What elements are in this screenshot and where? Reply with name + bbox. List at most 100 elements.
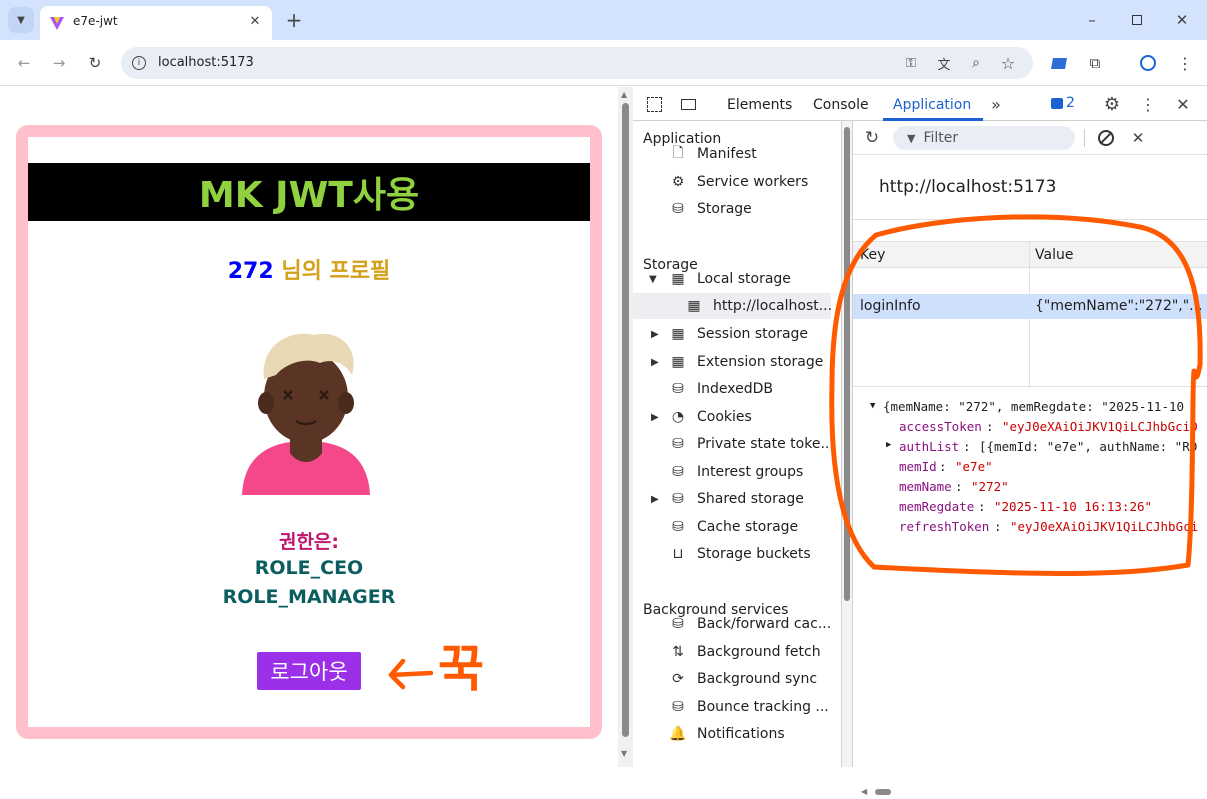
sidebar-item-localhost-origin[interactable]: ▦ http://localhost... — [683, 293, 832, 319]
tab-console[interactable]: Console — [813, 97, 869, 113]
role-item: ROLE_MANAGER — [222, 586, 396, 608]
scroll-down-icon[interactable]: ▼ — [621, 749, 627, 758]
gears-icon: ⚙ — [671, 174, 685, 190]
filter-placeholder: Filter — [923, 130, 959, 146]
sidebar-item-interest-groups[interactable]: ⛁ Interest groups — [667, 459, 803, 485]
address-bar[interactable]: i localhost:5173 ⚿ 文 ⌕ ☆ — [121, 47, 1033, 79]
scroll-left-icon[interactable]: ◀ — [861, 787, 867, 796]
collapsed-arrow-icon[interactable]: ▶ — [651, 494, 659, 505]
tab-title: e7e-jwt — [73, 14, 118, 28]
horizontal-scrollbar[interactable]: ◀ — [853, 785, 1207, 799]
sidebar-item-indexeddb[interactable]: ⛁ IndexedDB — [667, 376, 773, 402]
document-icon: 🗋 — [672, 145, 684, 161]
sidebar-item-manifest[interactable]: 🗋 Manifest — [667, 141, 756, 167]
sidebar-item-cache-storage[interactable]: ⛁ Cache storage — [667, 514, 798, 540]
toolbar-divider — [1084, 129, 1085, 147]
role-item: ROLE_CEO — [254, 557, 364, 579]
annotation-arrow-icon — [388, 658, 434, 690]
tab-search-button[interactable]: ▼ — [8, 7, 34, 33]
extensions-puzzle-icon[interactable]: ⧉ — [1083, 51, 1107, 75]
sidebar-item-extension-storage[interactable]: ▦ Extension storage — [667, 349, 823, 375]
issues-icon — [1051, 97, 1063, 109]
up-down-arrows-icon: ⇅ — [672, 644, 684, 660]
collapsed-arrow-icon[interactable]: ▶ — [651, 412, 659, 423]
devtools-menu-icon[interactable]: ⋮ — [1137, 93, 1159, 115]
tab-close-icon[interactable]: ✕ — [246, 12, 264, 30]
database-icon: ⛁ — [672, 519, 684, 535]
annotation-circle — [829, 214, 1203, 576]
sidebar-item-notifications[interactable]: 🔔 Notifications — [667, 721, 784, 747]
url-text: localhost:5173 — [158, 55, 254, 70]
forward-icon[interactable]: → — [47, 51, 71, 75]
zoom-icon[interactable]: ⌕ — [966, 53, 986, 73]
new-tab-button[interactable]: + — [282, 8, 306, 32]
sidebar-item-shared-storage[interactable]: ⛁ Shared storage — [667, 486, 804, 512]
profile-heading: 272 님의 프로필 — [28, 253, 590, 285]
refresh-icon[interactable]: ↻ — [861, 127, 883, 149]
clear-all-icon[interactable] — [1095, 127, 1117, 149]
sidebar-item-back-forward-cache[interactable]: ⛁ Back/forward cac... — [667, 611, 831, 637]
reload-icon[interactable]: ↻ — [83, 51, 107, 75]
toolbar: ← → ↻ i localhost:5173 ⚿ 文 ⌕ ☆ ⧉ ⋮ — [0, 40, 1207, 86]
browser-menu-icon[interactable]: ⋮ — [1173, 51, 1197, 75]
sidebar-item-session-storage[interactable]: ▦ Session storage — [667, 321, 808, 347]
back-icon[interactable]: ← — [12, 51, 36, 75]
table-icon: ▦ — [671, 326, 685, 342]
table-icon: ▦ — [687, 298, 701, 314]
devtools-tab-bar: Elements Console Application » 2 ⚙ ⋮ ✕ — [633, 87, 1207, 121]
collapsed-arrow-icon[interactable]: ▶ — [651, 357, 659, 368]
sidebar-item-private-state-tokens[interactable]: ⛁ Private state toke... — [667, 431, 834, 457]
tab-application[interactable]: Application — [893, 97, 971, 113]
database-icon: ⛁ — [672, 699, 684, 715]
avatar — [242, 333, 370, 495]
devtools-close-icon[interactable]: ✕ — [1172, 93, 1194, 115]
close-icon[interactable]: ✕ — [1170, 8, 1194, 32]
database-icon: ⛁ — [672, 491, 684, 507]
sidebar-item-cookies[interactable]: ◔ Cookies — [667, 404, 752, 430]
device-toolbar-icon[interactable] — [677, 93, 699, 115]
page-scrollbar[interactable]: ▲ ▼ — [618, 87, 633, 767]
sidebar-item-service-workers[interactable]: ⚙ Service workers — [667, 169, 809, 195]
sidebar-item-storage-buckets[interactable]: ⊔ Storage buckets — [667, 541, 811, 567]
sidebar-item-background-sync[interactable]: ⟳ Background sync — [667, 666, 817, 692]
sidebar-item-bounce-tracking[interactable]: ⛁ Bounce tracking ... — [667, 694, 829, 720]
collapsed-arrow-icon[interactable]: ▶ — [651, 329, 659, 340]
scrollbar-thumb[interactable] — [875, 789, 891, 795]
database-icon: ⛁ — [672, 464, 684, 480]
web-page: MK JWT사용 272 님의 프로필 권한은: ROLE_CEO ROLE_M… — [0, 87, 618, 767]
password-key-icon[interactable]: ⚿ — [901, 53, 921, 73]
profile-card: MK JWT사용 272 님의 프로필 권한은: ROLE_CEO ROLE_M… — [16, 125, 602, 739]
sync-icon: ⟳ — [672, 671, 684, 687]
origin-title: http://localhost:5173 — [879, 177, 1057, 197]
sidebar-item-storage[interactable]: ⛁ Storage — [667, 196, 752, 222]
sidebar-item-background-fetch[interactable]: ⇅ Background fetch — [667, 639, 820, 665]
issues-button[interactable]: 2 — [1051, 95, 1075, 111]
browser-tab[interactable]: e7e-jwt ✕ — [40, 6, 272, 40]
scrollbar-thumb[interactable] — [622, 103, 629, 737]
logout-button[interactable]: 로그아웃 — [257, 652, 361, 690]
database-icon: ⛁ — [672, 381, 684, 397]
tab-bar: ▼ e7e-jwt ✕ + – ✕ — [0, 0, 1207, 40]
scroll-up-icon[interactable]: ▲ — [621, 90, 627, 99]
site-info-icon[interactable]: i — [129, 53, 149, 73]
bucket-icon: ⊔ — [672, 546, 684, 562]
issues-count: 2 — [1066, 95, 1075, 111]
expand-arrow-icon[interactable]: ▼ — [649, 274, 657, 285]
annotation-text: 꾹 — [438, 640, 484, 698]
bell-icon: 🔔 — [669, 726, 687, 742]
inspect-element-icon[interactable] — [643, 93, 665, 115]
profile-avatar-icon[interactable] — [1136, 51, 1160, 75]
database-icon: ⛁ — [672, 616, 684, 632]
minimize-icon[interactable]: – — [1080, 8, 1104, 32]
filter-input[interactable]: ▼ Filter — [893, 126, 1075, 150]
delete-selected-icon[interactable]: ✕ — [1127, 127, 1149, 149]
roles-heading: 권한은: — [278, 531, 340, 553]
settings-gear-icon[interactable]: ⚙ — [1101, 93, 1123, 115]
sidebar-item-local-storage[interactable]: ▦ Local storage — [667, 266, 791, 292]
tab-elements[interactable]: Elements — [727, 97, 792, 113]
extension-app-icon[interactable] — [1047, 51, 1071, 75]
maximize-icon[interactable] — [1125, 8, 1149, 32]
more-tabs-icon[interactable]: » — [985, 93, 1007, 115]
translate-icon[interactable]: 文 — [934, 53, 954, 73]
bookmark-star-icon[interactable]: ☆ — [998, 53, 1018, 73]
